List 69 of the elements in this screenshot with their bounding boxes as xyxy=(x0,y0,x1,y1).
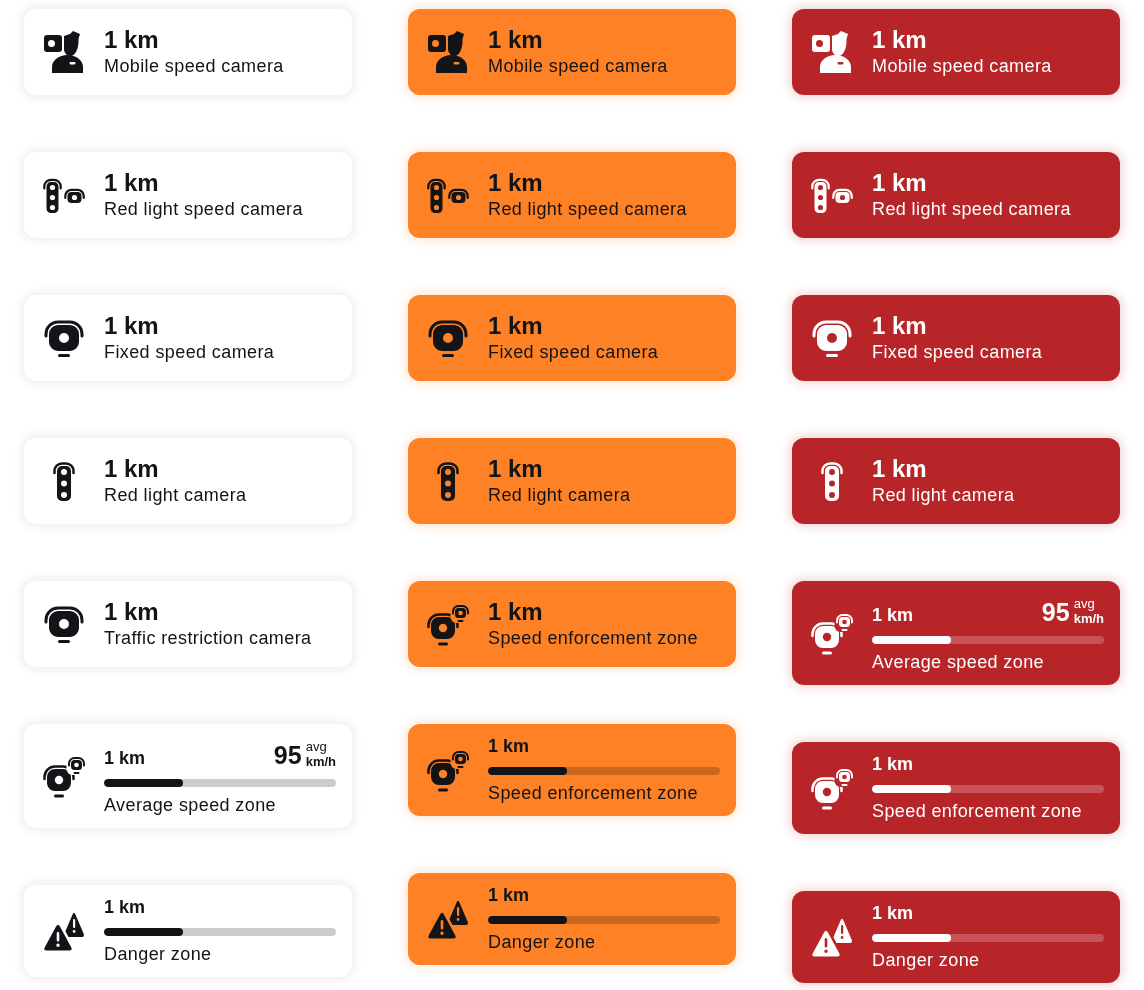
camera-person-icon xyxy=(428,31,468,73)
distance-text: 1 km xyxy=(872,26,927,54)
alert-label: Traffic restriction camera xyxy=(104,627,313,650)
double-camera-icon xyxy=(811,611,853,655)
traffic-light-icon xyxy=(53,460,75,502)
traffic-light-icon xyxy=(821,460,843,502)
distance-text: 1 km xyxy=(488,735,530,757)
double-warning-icon xyxy=(43,911,85,951)
camera-person-icon xyxy=(44,31,84,73)
distance-text: 1 km xyxy=(104,26,159,54)
camera-person-icon xyxy=(812,31,852,73)
alert-label: Danger zone xyxy=(488,931,597,954)
speed-camera-icon xyxy=(43,604,85,644)
speed-note: avg xyxy=(1073,596,1096,611)
alert-label: Speed enforcement zone xyxy=(488,782,699,805)
distance-text: 1 km xyxy=(104,598,159,626)
distance-text: 1 km xyxy=(872,169,927,197)
alert-label: Red light camera xyxy=(104,484,248,507)
traffic-light-camera-icon xyxy=(43,177,85,213)
alert-label: Speed enforcement zone xyxy=(872,800,1083,823)
alert-label: Fixed speed camera xyxy=(872,341,1044,364)
alert-label: Red light speed camera xyxy=(872,198,1072,221)
alert-label: Speed enforcement zone xyxy=(488,627,699,650)
alert-label: Mobile speed camera xyxy=(488,55,669,78)
distance-text: 1 km xyxy=(872,455,927,483)
distance-text: 1 km xyxy=(872,604,914,626)
distance-text: 1 km xyxy=(104,747,146,769)
traffic-light-icon xyxy=(437,460,459,502)
traffic-light-camera-icon xyxy=(811,177,853,213)
alert-label: Average speed zone xyxy=(872,651,1045,674)
double-camera-icon xyxy=(811,766,853,810)
alert-label: Red light camera xyxy=(488,484,632,507)
distance-text: 1 km xyxy=(488,26,543,54)
distance-text: 1 km xyxy=(104,896,146,918)
alert-label: Red light speed camera xyxy=(104,198,304,221)
alert-label: Danger zone xyxy=(872,949,981,972)
distance-text: 1 km xyxy=(488,312,543,340)
speed-value: 95 xyxy=(1041,598,1070,626)
alert-label: Average speed zone xyxy=(104,794,277,817)
distance-text: 1 km xyxy=(488,598,543,626)
alert-label: Red light speed camera xyxy=(488,198,688,221)
alert-label: Danger zone xyxy=(104,943,213,966)
distance-text: 1 km xyxy=(488,169,543,197)
double-warning-icon xyxy=(811,917,853,957)
alert-label: Mobile speed camera xyxy=(872,55,1053,78)
alert-label: Fixed speed camera xyxy=(488,341,660,364)
distance-text: 1 km xyxy=(104,312,159,340)
alert-label: Fixed speed camera xyxy=(104,341,276,364)
distance-text: 1 km xyxy=(488,455,543,483)
alert-label: Mobile speed camera xyxy=(104,55,285,78)
speed-camera-icon xyxy=(43,318,85,358)
speed-note: avg xyxy=(305,739,328,754)
distance-text: 1 km xyxy=(872,753,914,775)
speed-unit: km/h xyxy=(1073,611,1104,626)
distance-text: 1 km xyxy=(104,455,159,483)
distance-text: 1 km xyxy=(872,312,927,340)
traffic-light-camera-icon xyxy=(427,177,469,213)
speed-camera-icon xyxy=(811,318,853,358)
double-warning-icon xyxy=(427,899,469,939)
alert-label: Red light camera xyxy=(872,484,1016,507)
double-camera-icon xyxy=(427,602,469,646)
distance-text: 1 km xyxy=(872,902,914,924)
double-camera-icon xyxy=(427,748,469,792)
speed-unit: km/h xyxy=(305,754,336,769)
distance-text: 1 km xyxy=(488,884,530,906)
speed-value: 95 xyxy=(273,741,302,769)
speed-camera-icon xyxy=(427,318,469,358)
double-camera-icon xyxy=(43,754,85,798)
distance-text: 1 km xyxy=(104,169,159,197)
